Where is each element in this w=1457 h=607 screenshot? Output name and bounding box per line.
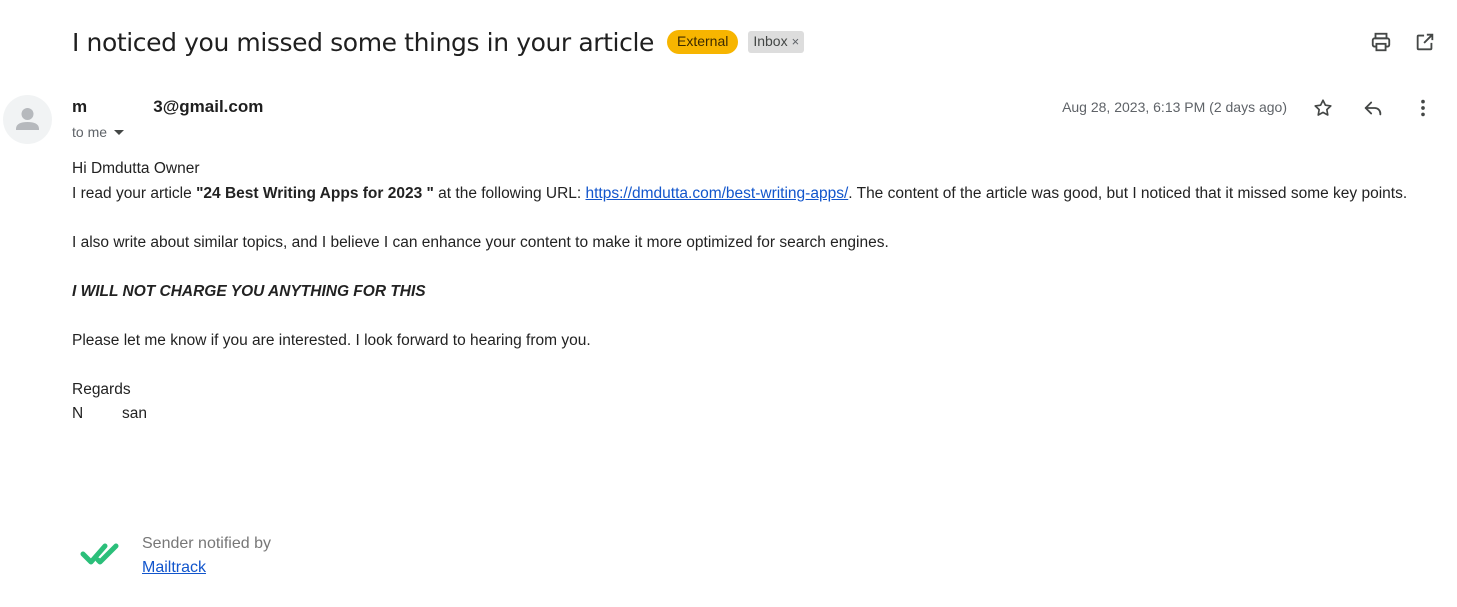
email-body: Hi Dmdutta Owner I read your article "24…: [72, 157, 1432, 427]
body-paragraph-3: I WILL NOT CHARGE YOU ANYTHING FOR THIS: [72, 282, 426, 300]
external-label-badge: External: [666, 30, 739, 54]
person-icon: [16, 108, 39, 130]
body-text: I read your article: [72, 184, 197, 202]
inbox-label-badge: Inbox ×: [748, 31, 805, 53]
body-text: . The content of the article was good, b…: [848, 184, 1408, 202]
email-subject: I noticed you missed some things in your…: [72, 27, 654, 57]
mailtrack-link[interactable]: Mailtrack: [142, 559, 206, 576]
chevron-down-icon: [114, 129, 125, 135]
article-link[interactable]: https://dmdutta.com/best-writing-apps/: [586, 185, 849, 202]
body-paragraph-2: I also write about similar topics, and I…: [72, 233, 889, 251]
double-check-icon: [80, 543, 119, 565]
subject-row: I noticed you missed some things in your…: [72, 24, 805, 60]
reply-icon[interactable]: [1361, 96, 1385, 120]
sender-avatar[interactable]: [3, 95, 52, 144]
mailtrack-text: Sender notified by Mailtrack: [142, 532, 271, 580]
sender-email[interactable]: m 3@gmail.com: [72, 97, 263, 117]
recipient-label: to me: [72, 124, 108, 140]
email-date: Aug 28, 2023, 6:13 PM (2 days ago): [1062, 99, 1287, 115]
open-in-new-window-icon[interactable]: [1413, 30, 1437, 54]
body-text: at the following URL:: [433, 184, 586, 202]
remove-label-icon[interactable]: ×: [792, 33, 800, 50]
print-icon[interactable]: [1369, 30, 1393, 54]
inbox-label-text: Inbox: [753, 33, 788, 49]
article-title: "24 Best Writing Apps for 2023 ": [196, 184, 434, 202]
thread-toolbar: [1369, 30, 1437, 54]
star-icon[interactable]: [1311, 96, 1335, 120]
body-paragraph-1: I read your article "24 Best Writing App…: [72, 182, 1432, 207]
more-vert-icon[interactable]: [1411, 96, 1435, 120]
recipient-details-toggle[interactable]: to me: [72, 124, 125, 140]
closing: Regards: [72, 380, 131, 398]
message-toolbar: [1311, 96, 1435, 120]
signature: N san: [72, 405, 147, 422]
greeting: Hi Dmdutta Owner: [72, 160, 200, 177]
mailtrack-notice-label: Sender notified by: [142, 535, 271, 552]
body-paragraph-4: Please let me know if you are interested…: [72, 331, 591, 349]
mailtrack-notice: Sender notified by Mailtrack: [80, 532, 271, 580]
